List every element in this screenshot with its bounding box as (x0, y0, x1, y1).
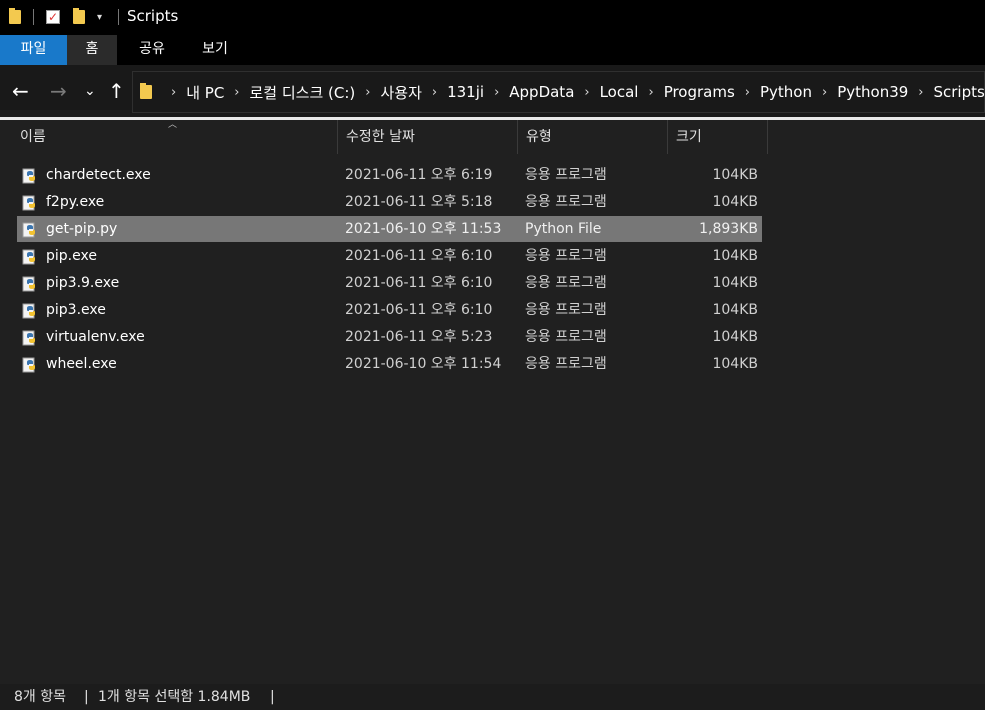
file-date: 2021-06-11 오후 6:19 (345, 167, 493, 183)
file-size: 104KB (712, 356, 758, 372)
file-name: chardetect.exe (46, 167, 151, 183)
sort-ascending-icon: ︿ (168, 120, 178, 130)
file-date: 2021-06-11 오후 6:10 (345, 275, 493, 291)
chevron-right-icon[interactable]: › (234, 85, 239, 100)
breadcrumb-item[interactable]: AppData (509, 83, 574, 101)
item-count: 8개 항목 (14, 689, 66, 705)
title-bar: ✓ ▾ Scripts (0, 0, 985, 35)
file-row[interactable]: f2py.exe 2021-06-11 오후 5:18 응용 프로그램 104KB (17, 189, 762, 215)
file-size: 104KB (712, 275, 758, 291)
file-date: 2021-06-10 오후 11:54 (345, 356, 502, 372)
file-name: get-pip.py (46, 221, 118, 237)
file-size: 104KB (712, 302, 758, 318)
breadcrumb-item[interactable]: 내 PC (186, 82, 224, 103)
divider (33, 9, 34, 25)
file-date: 2021-06-11 오후 6:10 (345, 248, 493, 264)
chevron-right-icon[interactable]: › (494, 85, 499, 100)
divider: | (84, 689, 89, 705)
tab-share[interactable]: 공유 (127, 35, 177, 65)
breadcrumb-item[interactable]: Scripts (934, 83, 985, 101)
file-type: 응용 프로그램 (525, 356, 607, 372)
file-type: 응용 프로그램 (525, 248, 607, 264)
window-title: Scripts (127, 7, 179, 25)
file-row[interactable]: chardetect.exe 2021-06-11 오후 6:19 응용 프로그램 1… (17, 162, 762, 188)
chevron-right-icon[interactable]: › (822, 85, 827, 100)
chevron-right-icon[interactable]: › (171, 85, 176, 100)
file-row[interactable]: pip3.9.exe 2021-06-11 오후 6:10 응용 프로그램 104KB (17, 270, 762, 296)
up-arrow-icon[interactable]: ↑ (108, 79, 125, 103)
file-size: 104KB (712, 329, 758, 345)
file-name: wheel.exe (46, 356, 117, 372)
file-size: 104KB (712, 167, 758, 183)
file-date: 2021-06-11 오후 5:23 (345, 329, 493, 345)
breadcrumb-item[interactable]: Local (600, 83, 639, 101)
breadcrumb-item[interactable]: Programs (664, 83, 735, 101)
file-name: pip3.exe (46, 302, 106, 318)
divider (118, 9, 119, 25)
breadcrumb-item[interactable]: Python39 (837, 83, 908, 101)
file-date: 2021-06-11 오후 5:18 (345, 194, 493, 210)
column-header-type[interactable]: 유형 (518, 120, 668, 154)
file-type: 응용 프로그램 (525, 275, 607, 291)
file-row[interactable]: get-pip.py 2021-06-10 오후 11:53 Python File… (17, 216, 762, 242)
python-file-icon (22, 356, 38, 373)
python-file-icon (22, 248, 38, 265)
forward-arrow-icon[interactable]: → (50, 79, 67, 103)
file-type: Python File (525, 221, 602, 237)
chevron-right-icon[interactable]: › (584, 85, 589, 100)
breadcrumb: › 내 PC › 로컬 디스크 (C:) › 사용자 › 131ji › AppData › Loca… (161, 72, 985, 112)
file-name: f2py.exe (46, 194, 105, 210)
file-size: 104KB (712, 194, 758, 210)
python-file-icon (22, 194, 38, 211)
file-type: 응용 프로그램 (525, 302, 607, 318)
chevron-right-icon[interactable]: › (648, 85, 653, 100)
folder-icon (140, 83, 152, 99)
tab-view[interactable]: 보기 (190, 35, 240, 65)
chevron-right-icon[interactable]: › (432, 85, 437, 100)
tab-file[interactable]: 파일 (0, 35, 67, 65)
breadcrumb-item[interactable]: Python (760, 83, 812, 101)
python-file-icon (22, 302, 38, 319)
column-header-size[interactable]: 크기 (668, 120, 768, 154)
file-date: 2021-06-10 오후 11:53 (345, 221, 502, 237)
chevron-right-icon[interactable]: › (365, 85, 370, 100)
address-bar[interactable]: › 내 PC › 로컬 디스크 (C:) › 사용자 › 131ji › AppData › Loca… (132, 71, 985, 113)
divider: | (270, 689, 275, 705)
file-name: pip.exe (46, 248, 97, 264)
file-name: pip3.9.exe (46, 275, 120, 291)
file-row[interactable]: pip3.exe 2021-06-11 오후 6:10 응용 프로그램 104KB (17, 297, 762, 323)
file-date: 2021-06-11 오후 6:10 (345, 302, 493, 318)
file-name: virtualenv.exe (46, 329, 145, 345)
breadcrumb-item[interactable]: 사용자 (380, 82, 421, 103)
back-arrow-icon[interactable]: ← (12, 79, 29, 103)
breadcrumb-item[interactable]: 131ji (447, 83, 484, 101)
tab-home[interactable]: 홈 (67, 35, 117, 65)
ribbon-tabs: 파일 홈 공유 보기 (0, 35, 985, 65)
column-header-date[interactable]: 수정한 날짜 (338, 120, 518, 154)
breadcrumb-item[interactable]: 로컬 디스크 (C:) (250, 82, 356, 103)
navigation-bar: ← → ⌄ ↑ › 내 PC › 로컬 디스크 (C:) › 사용자 › 131ji › AppD… (0, 65, 985, 117)
chevron-right-icon[interactable]: › (745, 85, 750, 100)
python-file-icon (22, 275, 38, 292)
file-type: 응용 프로그램 (525, 329, 607, 345)
file-row[interactable]: pip.exe 2021-06-11 오후 6:10 응용 프로그램 104KB (17, 243, 762, 269)
folder-icon (9, 7, 21, 27)
new-folder-icon[interactable] (73, 7, 85, 27)
file-size: 1,893KB (699, 221, 758, 237)
file-type: 응용 프로그램 (525, 167, 607, 183)
chevron-right-icon[interactable]: › (918, 85, 923, 100)
python-file-icon (22, 329, 38, 346)
recent-locations-chevron-icon[interactable]: ⌄ (84, 79, 96, 103)
customize-quick-access-dropdown-icon[interactable]: ▾ (97, 7, 102, 27)
file-row[interactable]: wheel.exe 2021-06-10 오후 11:54 응용 프로그램 104KB (17, 351, 762, 377)
python-file-icon (22, 221, 38, 238)
file-type: 응용 프로그램 (525, 194, 607, 210)
python-file-icon (22, 167, 38, 184)
properties-check-icon[interactable]: ✓ (46, 7, 60, 27)
file-row[interactable]: virtualenv.exe 2021-06-11 오후 5:23 응용 프로그램 1… (17, 324, 762, 350)
file-size: 104KB (712, 248, 758, 264)
status-bar: 8개 항목 | 1개 항목 선택함 1.84MB | (0, 684, 985, 710)
selection-info: 1개 항목 선택함 1.84MB (98, 689, 251, 705)
